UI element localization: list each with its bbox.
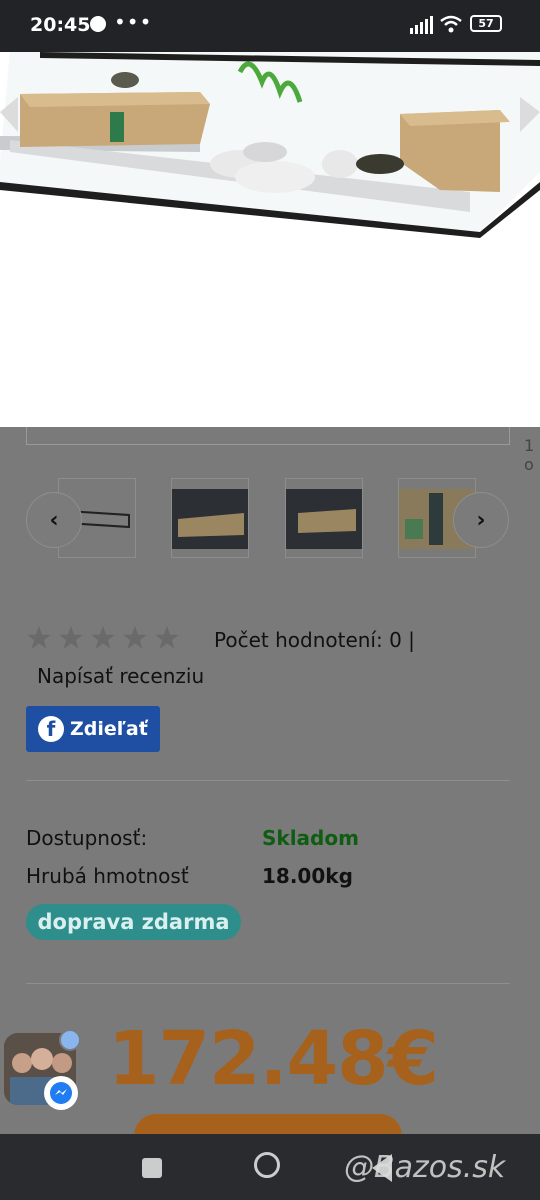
messenger-icon <box>44 1076 78 1110</box>
online-indicator <box>59 1029 81 1051</box>
thumbnail-2[interactable] <box>171 478 249 558</box>
rating-row: Počet hodnotení: 0 | <box>26 625 510 659</box>
chevron-left-icon: ‹ <box>49 507 59 533</box>
availability-value: Skladom <box>262 826 359 850</box>
star-icon[interactable] <box>122 625 148 651</box>
product-main-image[interactable] <box>0 52 540 427</box>
gallery-frame <box>26 427 510 445</box>
write-review-link[interactable]: Napísať recenziu <box>37 664 204 688</box>
home-button[interactable] <box>254 1152 280 1178</box>
recent-apps-button[interactable] <box>142 1158 162 1178</box>
share-label: Zdieľať <box>70 718 148 740</box>
carousel-next-button[interactable]: › <box>453 492 509 548</box>
weight-label: Hrubá hmotnosť <box>26 864 189 888</box>
star-icon[interactable] <box>154 625 180 651</box>
messenger-notification-icon <box>90 16 106 32</box>
turtle-tank-image <box>0 52 540 238</box>
thumbnail-strip <box>26 478 510 560</box>
more-notifications-icon: ••• <box>114 10 153 34</box>
star-icon[interactable] <box>26 625 52 651</box>
product-price: 172.48€ <box>108 1016 439 1102</box>
review-count: Počet hodnotení: 0 | <box>214 628 415 652</box>
free-shipping-badge: doprava zdarma <box>26 904 241 940</box>
status-bar: 20:45 ••• 57 <box>0 0 540 52</box>
carousel-prev-button[interactable]: ‹ <box>26 492 82 548</box>
status-time: 20:45 <box>30 14 91 36</box>
thumbnail-3[interactable] <box>285 478 363 558</box>
wifi-icon <box>440 15 462 33</box>
facebook-share-button[interactable]: f Zdieľať <box>26 706 160 752</box>
gallery-counter: 1 o <box>524 436 535 474</box>
availability-label: Dostupnosť: <box>26 826 148 850</box>
battery-indicator: 57 <box>470 15 502 32</box>
divider <box>26 780 510 781</box>
weight-value: 18.00kg <box>262 864 353 888</box>
chevron-right-icon: › <box>476 507 486 533</box>
star-icon[interactable] <box>58 625 84 651</box>
tank-platform-thumbnail-image <box>172 489 248 549</box>
signal-icon <box>410 16 433 34</box>
tank-ramp-thumbnail-image <box>286 489 362 549</box>
star-icon[interactable] <box>90 625 116 651</box>
bazos-watermark: @Bazos.sk <box>344 1150 506 1185</box>
divider <box>26 983 510 984</box>
facebook-icon: f <box>38 716 64 742</box>
